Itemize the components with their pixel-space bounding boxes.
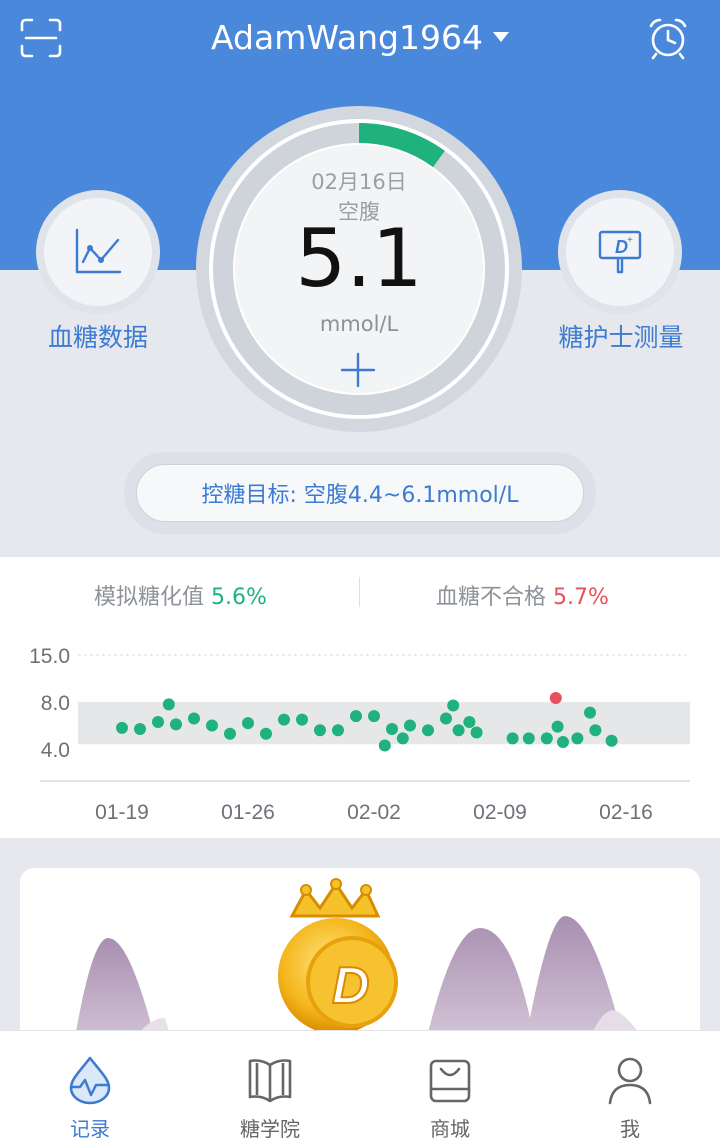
reading-point (589, 724, 602, 737)
reading-point (206, 719, 218, 732)
reading-point (440, 712, 452, 725)
meter-device-icon: D + (598, 230, 642, 274)
x-tick-label: 01-26 (221, 801, 275, 824)
reading-point (571, 732, 584, 745)
reading-point (368, 710, 380, 723)
reading-point (188, 712, 200, 725)
reading-point (242, 717, 254, 730)
unqualified-value: 5.7% (553, 585, 609, 610)
stats-panel: 模拟糖化值 5.6% 血糖不合格 5.7% 15.0 8.0 4.0 01-19 01-… (0, 557, 720, 838)
alarm-clock-icon[interactable] (646, 16, 690, 60)
reading-point (162, 698, 175, 711)
tab-academy[interactable]: 糖学院 (180, 1031, 360, 1146)
reading-point (584, 706, 596, 719)
reading-point (152, 715, 164, 728)
reading-point (260, 727, 272, 740)
reading-point (551, 720, 564, 733)
chevron-down-icon[interactable] (492, 31, 509, 42)
abnormal-reading-point (549, 691, 562, 704)
reading-point (463, 715, 476, 728)
tab-store[interactable]: 商城 (360, 1031, 540, 1146)
add-reading-icon[interactable] (338, 350, 378, 390)
book-icon (248, 1059, 292, 1103)
reading-point (404, 719, 416, 732)
reading-point (396, 732, 409, 745)
reading-unit: mmol/L (319, 312, 399, 336)
reading-point (447, 699, 460, 712)
reading-point (314, 724, 326, 737)
x-tick-label: 02-09 (473, 801, 527, 824)
y-tick-label: 4.0 (41, 739, 70, 762)
svg-text:+: + (627, 235, 633, 246)
reading-point (386, 723, 398, 736)
unqualified-stat: 血糖不合格 5.7% (436, 579, 609, 611)
tab-record-label: 记录 (70, 1117, 110, 1141)
glucose-target-button[interactable]: 控糖目标: 空腹4.4~6.1mmol/L (136, 464, 584, 522)
bottom-tab-bar: 记录 糖学院 商城 我 (0, 1030, 720, 1146)
person-icon (608, 1057, 652, 1105)
y-tick-label: 15.0 (29, 645, 70, 668)
reading-point (116, 721, 128, 734)
reading-point (522, 732, 535, 745)
reading-point (134, 723, 146, 736)
reading-point (506, 732, 519, 745)
reading-value: 5.1 (295, 212, 423, 305)
nurse-measure-label[interactable]: 糖护士测量 (546, 318, 696, 354)
glucose-data-button[interactable] (36, 190, 160, 314)
stats-divider (359, 577, 360, 607)
record-drop-icon (69, 1056, 111, 1105)
y-tick-label: 8.0 (41, 692, 70, 715)
reading-point (224, 727, 236, 740)
reading-point (332, 724, 344, 737)
reading-point (452, 724, 465, 737)
x-tick-label: 02-02 (347, 801, 401, 824)
reading-point (470, 726, 483, 739)
shopping-bag-icon (429, 1059, 471, 1103)
nurse-measure-button[interactable]: D + (558, 190, 682, 314)
reading-point (278, 713, 290, 726)
reading-date: 02月16日 (311, 170, 407, 194)
tab-me-label: 我 (620, 1117, 640, 1141)
reading-point (605, 734, 618, 747)
hba1c-stat: 模拟糖化值 5.6% (94, 579, 267, 611)
line-chart-icon (75, 228, 122, 274)
x-tick-label: 01-19 (95, 801, 149, 824)
glucose-data-label[interactable]: 血糖数据 (18, 318, 178, 354)
tab-store-label: 商城 (430, 1117, 470, 1141)
tab-record[interactable]: 记录 (0, 1031, 180, 1146)
glucose-scatter-chart[interactable]: 15.0 8.0 4.0 01-19 01-26 02-02 02-09 02-16 (0, 627, 720, 837)
reading-point (422, 724, 434, 737)
tab-me[interactable]: 我 (540, 1031, 720, 1146)
reading-point (557, 735, 569, 748)
reading-point (540, 732, 553, 745)
reading-point (296, 713, 308, 726)
gold-coin-crown-icon: D (278, 878, 398, 1034)
reading-point (350, 710, 362, 723)
account-selector[interactable]: AdamWang1964 (0, 18, 720, 57)
tab-academy-label: 糖学院 (240, 1117, 300, 1141)
reading-point (378, 739, 391, 752)
svg-text:D: D (332, 957, 370, 1015)
username-label[interactable]: AdamWang1964 (211, 18, 483, 57)
hba1c-value: 5.6% (211, 585, 267, 610)
unqualified-label: 血糖不合格 (436, 585, 547, 610)
x-tick-label: 02-16 (599, 801, 653, 824)
reading-point (170, 718, 182, 731)
hba1c-label: 模拟糖化值 (94, 585, 205, 610)
